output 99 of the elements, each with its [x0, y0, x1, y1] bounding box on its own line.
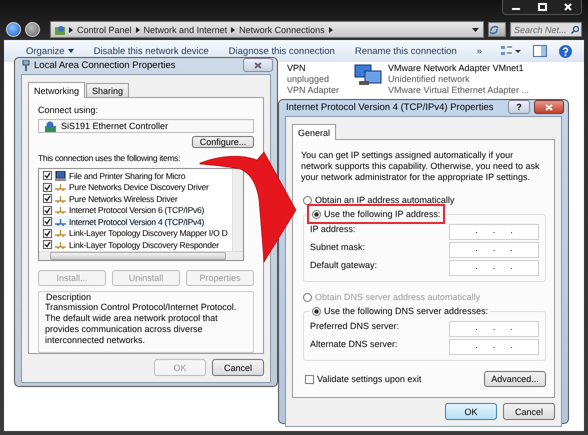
toolbar-button[interactable]: » [466, 46, 492, 56]
tab[interactable]: General [292, 124, 336, 140]
address-bar[interactable]: Control Panel Network and Internet Network Connections [50, 21, 484, 38]
ip-address-field[interactable]: . . . [449, 339, 539, 355]
field-label: Connect using: [38, 104, 98, 116]
item-label: Internet Protocol Version 4 (TCP/IPv4) [69, 216, 204, 227]
protocol-icon [55, 205, 66, 216]
ip-address-field[interactable]: . . . [449, 224, 539, 240]
connection-status: unplugged [287, 74, 330, 85]
item-label: Pure Networks Device Discovery Driver [69, 182, 209, 192]
checkbox[interactable] [43, 182, 52, 192]
breadcrumb-item[interactable]: Network and Internet [144, 24, 228, 34]
connection-name[interactable]: VPN [287, 63, 340, 74]
refresh-button[interactable] [488, 22, 506, 37]
field-label: IP address: [310, 223, 356, 235]
list-item[interactable]: Internet Protocol Version 4 (TCP/IPv4) [41, 216, 206, 228]
field-label: Default gateway: [310, 259, 378, 271]
forward-button[interactable] [25, 22, 40, 37]
configure-button[interactable]: Configure... [192, 136, 254, 148]
protocol-icon [55, 194, 66, 204]
breadcrumb-item[interactable]: Network Connections [239, 24, 325, 34]
search-icon [571, 26, 579, 34]
close-icon [545, 104, 553, 110]
chevron-icon [69, 26, 73, 32]
connection-status: Unidentified network [388, 74, 471, 85]
connection-device: VMware Virtual Ethernet Adapter ... [388, 85, 529, 96]
ip-address-field[interactable]: . . . [449, 321, 539, 337]
dialog-title: Internet Protocol Version 4 (TCP/IPv4) Properties [286, 102, 495, 112]
protocol-icon [55, 216, 66, 227]
field-label: Preferred DNS server: [310, 320, 400, 332]
protocol-icon [55, 182, 66, 192]
toolbar-button[interactable]: Diagnose this connection [218, 46, 345, 56]
item-label: Pure Networks Wireless Driver [69, 194, 178, 204]
breadcrumb-item[interactable]: Control Panel [77, 24, 132, 34]
dialog-button[interactable]: Cancel [212, 359, 264, 376]
item-label: Link-Layer Topology Discovery Mapper I/O D [69, 228, 228, 238]
chevron-icon [136, 26, 140, 32]
help-button[interactable]: ? [508, 100, 530, 114]
view-options-icon[interactable] [501, 45, 521, 57]
close-button[interactable] [534, 100, 564, 114]
field-label: Subnet mask: [310, 241, 366, 253]
field-label: This connection uses the following items: [38, 152, 180, 164]
back-button[interactable] [6, 22, 21, 37]
radio-option[interactable]: Obtain an IP address automatically [301, 193, 456, 207]
field-label: Alternate DNS server: [310, 338, 398, 350]
connection-device: VPN Adapter [287, 85, 340, 96]
adapter-name: SiS191 Ethernet Controller [61, 120, 168, 132]
dialog-button[interactable]: Cancel [503, 403, 555, 420]
search-field[interactable]: Search Net... [510, 22, 582, 37]
tab[interactable]: Sharing [86, 83, 130, 97]
toolbar-button[interactable]: Organize [16, 46, 84, 56]
chevron-icon [231, 26, 236, 32]
chevron-icon [328, 26, 333, 32]
checkbox[interactable] [43, 228, 52, 238]
group-title: Description [46, 292, 92, 302]
item-label: File and Printer Sharing for Micro [69, 170, 186, 181]
description-text: Transmission Control Protocol/Internet Protocol. The default wide area network protocol that provides communication across diverse interconnected networks. [45, 302, 238, 346]
maximize-icon [538, 3, 546, 11]
dropdown-icon [472, 28, 479, 32]
computer-icon [55, 170, 66, 181]
protocol-icon [55, 240, 66, 250]
ip-address-field[interactable]: . . . [449, 260, 539, 276]
caret-icon [68, 49, 74, 53]
list-item[interactable]: Pure Networks Wireless Driver [41, 193, 180, 204]
checkbox[interactable] [43, 206, 52, 215]
close-icon [254, 62, 262, 68]
connection-name[interactable]: VMware Network Adapter VMnet1 [388, 63, 529, 74]
toolbar-button[interactable]: Disable this network device [84, 46, 219, 56]
close-icon [564, 3, 572, 11]
list-item[interactable]: Internet Protocol Version 6 (TCP/IPv6) [41, 204, 206, 216]
refresh-icon [489, 24, 499, 34]
list-item[interactable]: Link-Layer Topology Discovery Responder [41, 239, 221, 250]
network-adapter-icon[interactable] [353, 63, 384, 87]
checkbox[interactable] [43, 217, 52, 226]
protocol-icon [55, 228, 66, 238]
network-icon [22, 60, 30, 70]
dialog-button[interactable]: OK [445, 403, 497, 420]
help-icon[interactable] [559, 44, 572, 58]
checkbox[interactable] [43, 240, 52, 250]
toolbar-button[interactable]: Rename this connection [344, 46, 467, 56]
preview-pane-icon[interactable] [533, 45, 547, 57]
list-item[interactable]: Pure Networks Device Discovery Driver [41, 182, 211, 193]
item-label: Internet Protocol Version 6 (TCP/IPv6) [69, 205, 204, 216]
list-item[interactable]: File and Printer Sharing for Micro [41, 170, 188, 182]
scrollbar[interactable] [232, 169, 243, 250]
radio-option[interactable]: Use the following IP address: [310, 207, 442, 221]
checkbox[interactable] [43, 171, 52, 180]
list-item[interactable]: Link-Layer Topology Discovery Mapper I/O D [41, 228, 230, 239]
item-label: Link-Layer Topology Discovery Responder [69, 240, 219, 250]
checkbox[interactable] [43, 194, 52, 204]
advanced-button[interactable]: Advanced... [484, 371, 546, 387]
dialog-title: Local Area Connection Properties [34, 60, 177, 70]
scrollbar[interactable] [39, 250, 243, 260]
intro-text: You can get IP settings assigned automatically if your network supports this capability. Otherwise, you need to ask your network administrator for the appropriate IP settings. [301, 150, 540, 183]
ip-address-field[interactable]: . . . [449, 242, 539, 258]
radio-option[interactable]: Use the following DNS server addresses: [310, 304, 490, 318]
items-list[interactable] [38, 168, 244, 260]
tab[interactable]: Networking [28, 82, 86, 98]
checkbox[interactable]: Validate settings upon exit [305, 374, 422, 384]
